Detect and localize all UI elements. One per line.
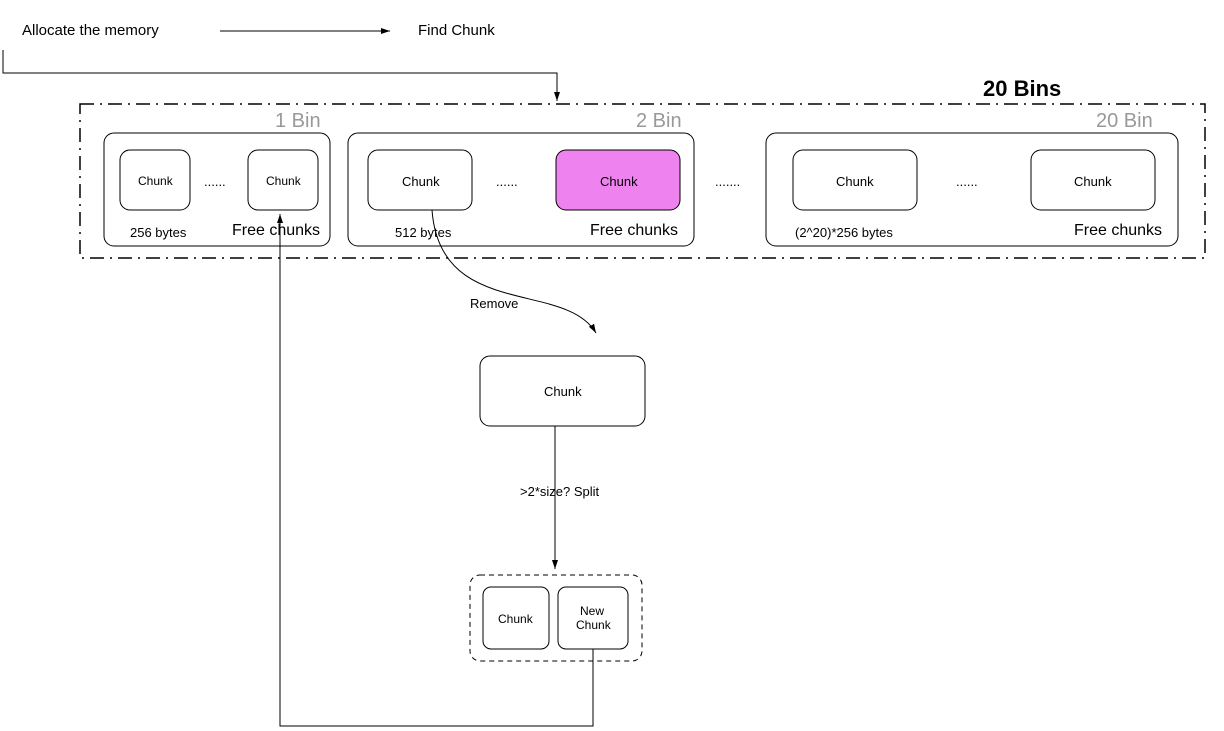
split-question: >2*size? Split <box>520 484 599 499</box>
bin2-chunk-b: Chunk <box>600 174 638 189</box>
bin1-dots: ...... <box>204 174 226 189</box>
split-left-chunk: Chunk <box>498 612 533 626</box>
mid-chunk-label: Chunk <box>544 384 582 399</box>
find-chunk-label: Find Chunk <box>418 22 495 39</box>
split-right-chunk-2: Chunk <box>576 618 611 632</box>
bin1-title: 1 Bin <box>275 110 321 133</box>
bin2-size: 512 bytes <box>395 225 451 240</box>
bin2-dots: ...... <box>496 174 518 189</box>
bin1-free: Free chunks <box>232 222 320 240</box>
diagram-canvas <box>0 0 1224 731</box>
bin2-chunk-a: Chunk <box>402 174 440 189</box>
bins-title: 20 Bins <box>983 76 1061 102</box>
bin2-title: 2 Bin <box>636 110 682 133</box>
bin1-chunk-a: Chunk <box>138 174 173 188</box>
bin20-chunk-a: Chunk <box>836 174 874 189</box>
bin20-title: 20 Bin <box>1096 110 1153 133</box>
bin1-chunk-b: Chunk <box>266 174 301 188</box>
bin20-size: (2^20)*256 bytes <box>795 225 893 240</box>
bin2-free: Free chunks <box>590 222 678 240</box>
allocate-memory-label: Allocate the memory <box>22 22 159 39</box>
split-right-chunk-1: New <box>580 604 604 618</box>
bins-gap-dots: ....... <box>715 174 740 189</box>
bin20-free: Free chunks <box>1074 222 1162 240</box>
bin20-dots: ...... <box>956 174 978 189</box>
remove-label: Remove <box>470 296 518 311</box>
bin20-chunk-b: Chunk <box>1074 174 1112 189</box>
bin1-size: 256 bytes <box>130 225 186 240</box>
